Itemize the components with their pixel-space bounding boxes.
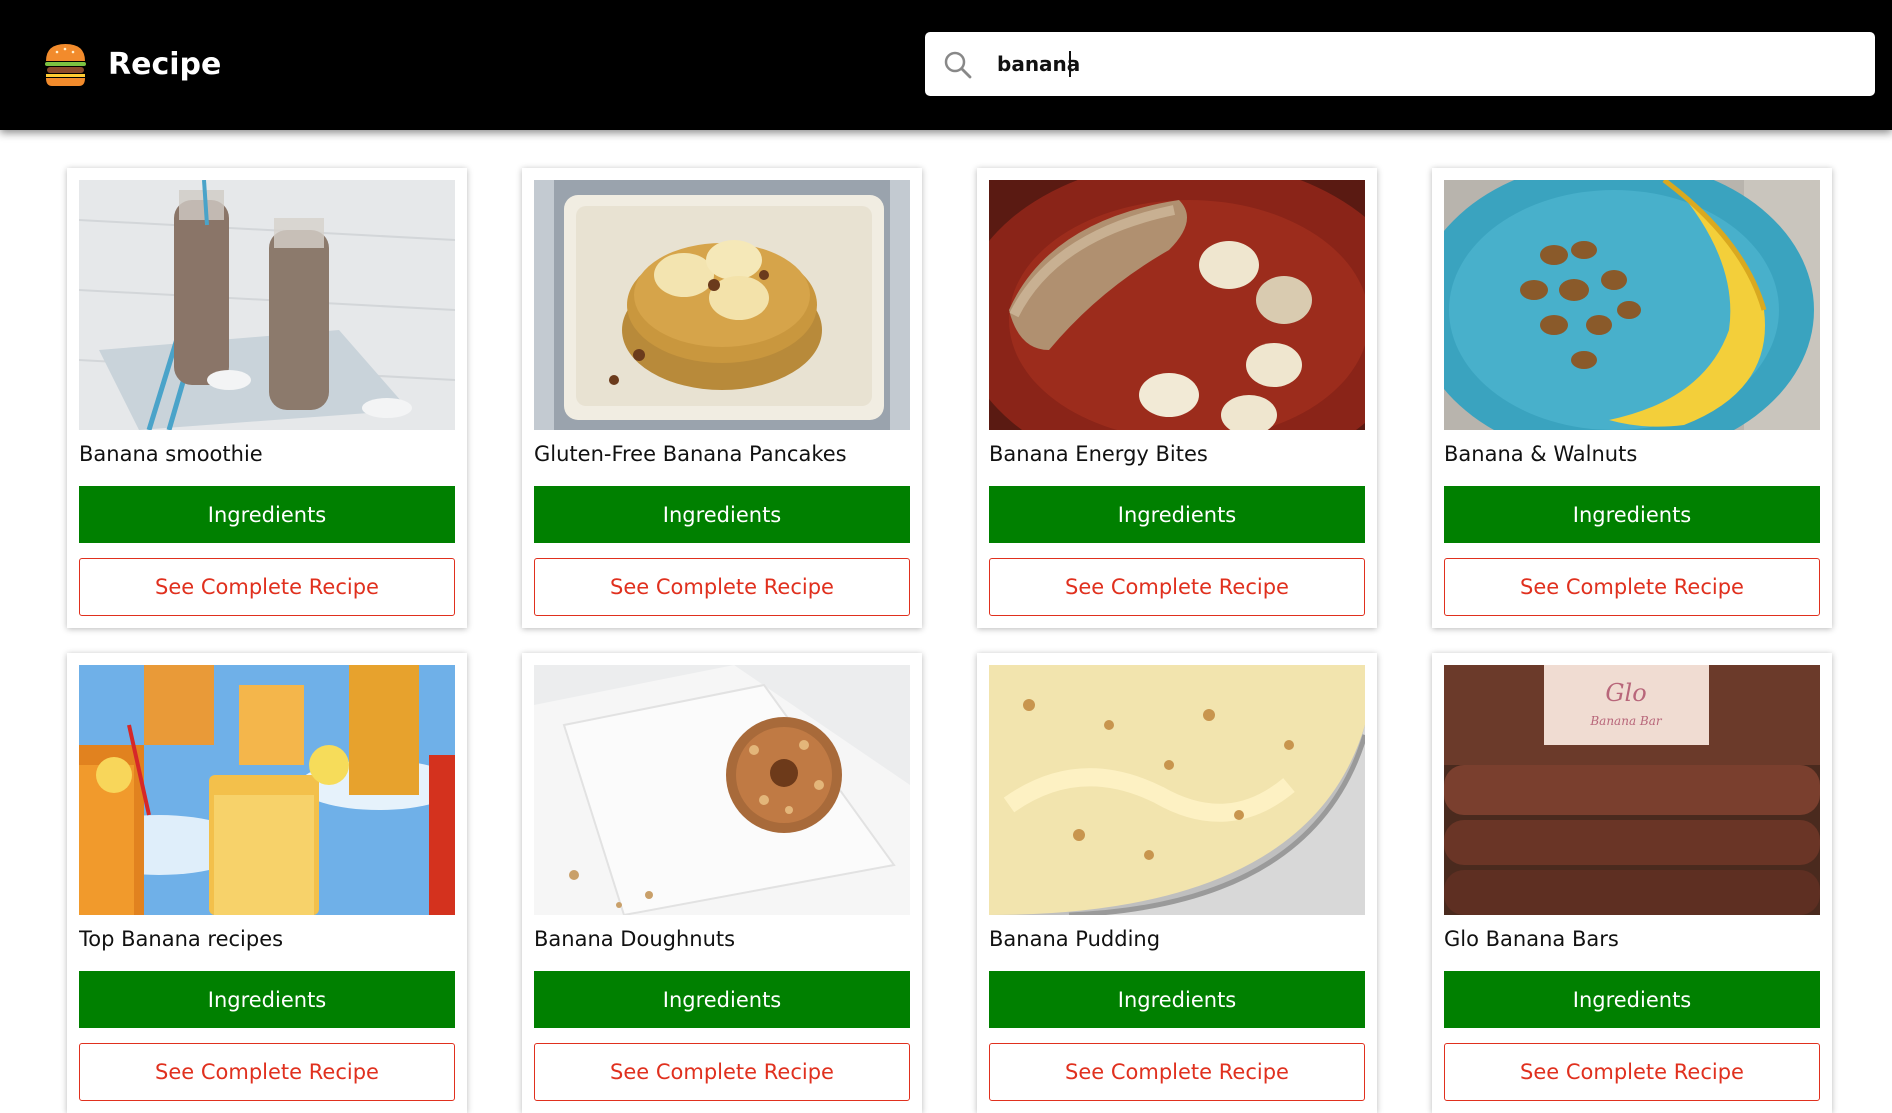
ingredients-button[interactable]: Ingredients <box>534 486 910 543</box>
ingredients-button[interactable]: Ingredients <box>534 971 910 1028</box>
recipe-image[interactable] <box>79 665 455 915</box>
app-title: Recipe <box>108 47 222 82</box>
recipe-image[interactable] <box>534 180 910 430</box>
recipe-card: Banana & Walnuts Ingredients See Complet… <box>1432 168 1832 628</box>
recipe-image[interactable] <box>534 665 910 915</box>
see-complete-recipe-button[interactable]: See Complete Recipe <box>79 558 455 616</box>
recipe-image[interactable] <box>79 180 455 430</box>
ingredients-button[interactable]: Ingredients <box>79 971 455 1028</box>
recipe-image[interactable] <box>989 180 1365 430</box>
see-complete-recipe-button[interactable]: See Complete Recipe <box>79 1043 455 1101</box>
recipe-title: Gluten-Free Banana Pancakes <box>534 442 847 466</box>
glo-logo-subtext: Banana Bar <box>1589 714 1663 728</box>
recipe-title: Banana Energy Bites <box>989 442 1208 466</box>
app-header: Recipe <box>0 0 1892 130</box>
see-complete-recipe-button[interactable]: See Complete Recipe <box>989 1043 1365 1101</box>
doughnut-photo <box>534 665 910 915</box>
recipe-card: Gluten-Free Banana Pancakes Ingredients … <box>522 168 922 628</box>
ingredients-button[interactable]: Ingredients <box>1444 971 1820 1028</box>
ingredients-button[interactable]: Ingredients <box>1444 486 1820 543</box>
pancakes-photo <box>534 180 910 430</box>
search-input[interactable] <box>997 42 1837 86</box>
recipe-image[interactable] <box>989 665 1365 915</box>
recipe-card: Top Banana recipes Ingredients See Compl… <box>67 653 467 1113</box>
search-bar[interactable] <box>925 32 1875 96</box>
burger-icon <box>45 44 86 86</box>
pudding-photo <box>989 665 1365 915</box>
recipe-title: Banana Pudding <box>989 927 1161 951</box>
see-complete-recipe-button[interactable]: See Complete Recipe <box>1444 558 1820 616</box>
recipe-card: Glo Banana Bar Glo Banana Bars Ingredien… <box>1432 653 1832 1113</box>
text-cursor <box>1069 51 1071 77</box>
recipe-card: Banana Energy Bites Ingredients See Comp… <box>977 168 1377 628</box>
ingredients-button[interactable]: Ingredients <box>79 486 455 543</box>
see-complete-recipe-button[interactable]: See Complete Recipe <box>1444 1043 1820 1101</box>
recipe-title: Banana & Walnuts <box>1444 442 1638 466</box>
iced-tea-photo <box>79 665 455 915</box>
recipe-card: Banana Doughnuts Ingredients See Complet… <box>522 653 922 1113</box>
see-complete-recipe-button[interactable]: See Complete Recipe <box>534 1043 910 1101</box>
recipe-card: Banana Pudding Ingredients See Complete … <box>977 653 1377 1113</box>
ingredients-button[interactable]: Ingredients <box>989 486 1365 543</box>
recipe-title: Top Banana recipes <box>79 927 284 951</box>
recipe-grid: Banana smoothie Ingredients See Complete… <box>0 0 1892 1113</box>
glo-logo-text: Glo <box>1605 679 1646 707</box>
recipe-title: Banana smoothie <box>79 442 263 466</box>
see-complete-recipe-button[interactable]: See Complete Recipe <box>534 558 910 616</box>
energy-bites-photo <box>989 180 1365 430</box>
recipe-title: Banana Doughnuts <box>534 927 736 951</box>
smoothie-photo <box>79 180 455 430</box>
search-icon <box>944 51 972 79</box>
ingredients-button[interactable]: Ingredients <box>989 971 1365 1028</box>
recipe-title: Glo Banana Bars <box>1444 927 1619 951</box>
banana-walnuts-photo <box>1444 180 1820 430</box>
recipe-image[interactable] <box>1444 180 1820 430</box>
recipe-image[interactable]: Glo Banana Bar <box>1444 665 1820 915</box>
recipe-card: Banana smoothie Ingredients See Complete… <box>67 168 467 628</box>
banana-bars-photo: Glo Banana Bar <box>1444 665 1820 915</box>
see-complete-recipe-button[interactable]: See Complete Recipe <box>989 558 1365 616</box>
